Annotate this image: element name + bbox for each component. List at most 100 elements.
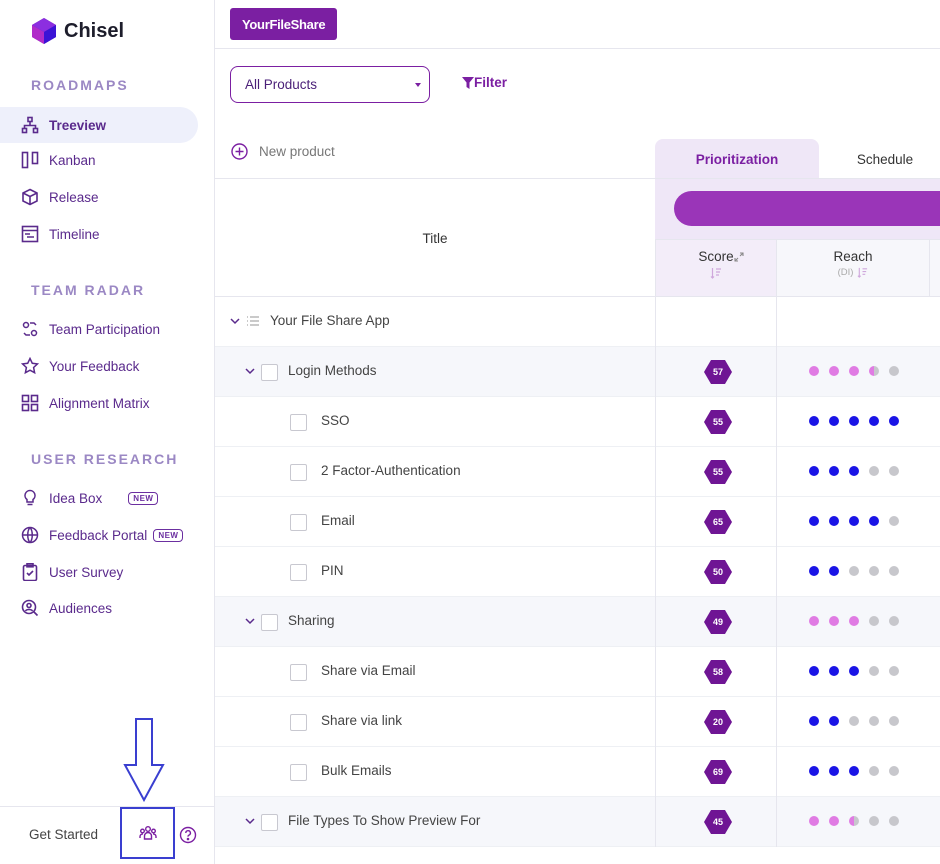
table-row[interactable]: SSO 55 [215, 397, 940, 447]
table-row[interactable]: Bulk Emails 69 [215, 747, 940, 797]
table-row[interactable]: Email 65 [215, 497, 940, 547]
score-cell: 69 [655, 747, 777, 797]
product-row[interactable]: Your File Share App [215, 297, 940, 347]
sidebar-item-label: Release [49, 189, 99, 205]
row-checkbox[interactable] [290, 464, 307, 481]
reach-cell[interactable] [777, 647, 930, 697]
expand-icon[interactable] [734, 252, 744, 262]
reach-cell[interactable] [777, 397, 930, 447]
sidebar-item-timeline[interactable]: Timeline [0, 216, 198, 252]
reach-cell[interactable] [777, 547, 930, 597]
get-started-link[interactable]: Get Started [29, 827, 98, 842]
row-checkbox[interactable] [290, 564, 307, 581]
chisel-logo-icon [32, 18, 56, 44]
row-checkbox[interactable] [290, 714, 307, 731]
table-row[interactable]: PIN 50 [215, 547, 940, 597]
reach-dot [849, 516, 859, 526]
reach-dot [889, 416, 899, 426]
sidebar-item-user-survey[interactable]: User Survey [0, 554, 198, 590]
reach-cell[interactable] [777, 747, 930, 797]
tab-schedule[interactable]: Schedule [820, 139, 940, 179]
sidebar-item-team-participation[interactable]: Team Participation [0, 311, 198, 347]
product-select[interactable]: All Products [230, 66, 430, 103]
filter-button[interactable]: Filter [462, 75, 507, 90]
sidebar-item-treeview[interactable]: Treeview [0, 107, 198, 143]
table-row[interactable]: Share via Email 58 [215, 647, 940, 697]
score-badge: 65 [704, 510, 732, 534]
score-cell: 58 [655, 647, 777, 697]
sidebar-item-idea-box[interactable]: Idea Box NEW [0, 480, 198, 516]
reach-dot [889, 566, 899, 576]
group-row[interactable]: Sharing 49 [215, 597, 940, 647]
team-participation-icon [20, 319, 40, 339]
section-title-user-research: USER RESEARCH [31, 451, 179, 467]
sidebar-item-label: Your Feedback [49, 358, 140, 374]
row-checkbox[interactable] [290, 514, 307, 531]
column-header-reach[interactable]: Reach (DI) [777, 239, 930, 297]
reach-cell[interactable] [777, 497, 930, 547]
sidebar-item-audiences[interactable]: Audiences [0, 590, 198, 626]
score-badge: 20 [704, 710, 732, 734]
row-title: Login Methods [288, 363, 377, 378]
reach-dot [829, 466, 839, 476]
reach-dot [809, 666, 819, 676]
brand-name: Chisel [64, 19, 125, 42]
score-badge: 55 [704, 460, 732, 484]
reach-dot [829, 716, 839, 726]
reach-cell[interactable] [777, 597, 930, 647]
new-product-button[interactable]: New product [231, 143, 335, 160]
group-row[interactable]: File Types To Show Preview For 45 [215, 797, 940, 847]
table-row[interactable]: 2 Factor-Authentication 55 [215, 447, 940, 497]
reach-cell[interactable] [777, 797, 930, 847]
row-checkbox[interactable] [261, 614, 278, 631]
score-cell: 55 [655, 397, 777, 447]
prioritization-pill [674, 191, 940, 226]
sidebar-item-alignment-matrix[interactable]: Alignment Matrix [0, 385, 198, 421]
logo[interactable]: Chisel [30, 17, 124, 45]
reach-cell[interactable] [777, 697, 930, 747]
reach-cell[interactable] [777, 447, 930, 497]
reach-dot [889, 516, 899, 526]
reach-dot [849, 566, 859, 576]
score-badge: 69 [704, 760, 732, 784]
score-badge: 49 [704, 610, 732, 634]
reach-dot [869, 666, 879, 676]
tab-prioritization[interactable]: Prioritization [655, 139, 819, 179]
sidebar-item-label: Kanban [49, 152, 96, 168]
chevron-down-icon[interactable] [228, 314, 242, 328]
column-header-score[interactable]: Score [655, 239, 777, 297]
chevron-down-icon[interactable] [243, 614, 257, 628]
reach-dot [869, 466, 879, 476]
row-checkbox[interactable] [290, 764, 307, 781]
chevron-down-icon[interactable] [243, 814, 257, 828]
row-checkbox[interactable] [290, 414, 307, 431]
reach-dot [889, 716, 899, 726]
row-checkbox[interactable] [261, 814, 278, 831]
reach-rating [809, 666, 909, 676]
chevron-down-icon[interactable] [243, 364, 257, 378]
help-icon[interactable] [179, 826, 197, 844]
sidebar-item-your-feedback[interactable]: Your Feedback [0, 348, 198, 384]
score-cell: 20 [655, 697, 777, 747]
team-button[interactable] [120, 807, 175, 859]
row-checkbox[interactable] [290, 664, 307, 681]
sort-icon[interactable] [710, 267, 722, 279]
sidebar-item-feedback-portal[interactable]: Feedback Portal NEW [0, 517, 198, 553]
reach-dot [829, 616, 839, 626]
table-row[interactable]: Share via link 20 [215, 697, 940, 747]
reach-dot [889, 366, 899, 376]
sidebar-item-release[interactable]: Release [0, 179, 198, 215]
workspace-button[interactable]: YourFileShare [230, 8, 338, 40]
row-title: SSO [321, 413, 350, 428]
reach-rating [809, 466, 909, 476]
reach-cell[interactable] [777, 347, 930, 397]
sidebar-item-kanban[interactable]: Kanban [0, 142, 198, 178]
sort-icon[interactable] [857, 267, 868, 278]
score-cell: 55 [655, 447, 777, 497]
row-checkbox[interactable] [261, 364, 278, 381]
reach-dot [869, 616, 879, 626]
filter-label: Filter [474, 75, 508, 90]
reach-dot [829, 666, 839, 676]
reach-dot [869, 516, 879, 526]
group-row[interactable]: Login Methods 57 [215, 347, 940, 397]
